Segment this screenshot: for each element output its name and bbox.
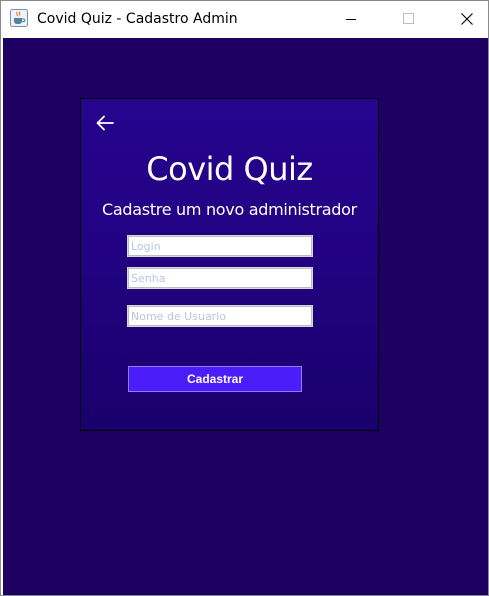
main-content: Covid Quiz Cadastre um novo administrado… bbox=[3, 38, 488, 595]
login-field[interactable] bbox=[127, 235, 313, 257]
window-title: Covid Quiz - Cadastro Admin bbox=[37, 11, 238, 27]
back-button[interactable] bbox=[94, 112, 116, 134]
username-field[interactable] bbox=[127, 305, 313, 327]
close-icon bbox=[461, 10, 473, 29]
java-cup-icon bbox=[10, 9, 28, 27]
arrow-left-icon bbox=[94, 115, 116, 138]
page-title: Covid Quiz bbox=[146, 150, 313, 188]
minimize-button[interactable] bbox=[328, 1, 374, 37]
close-button[interactable] bbox=[444, 1, 489, 37]
password-field[interactable] bbox=[127, 267, 313, 289]
maximize-icon bbox=[403, 10, 415, 29]
minimize-icon bbox=[345, 10, 357, 29]
register-button[interactable]: Cadastrar bbox=[128, 366, 302, 392]
page-subtitle: Cadastre um novo administrador bbox=[102, 200, 357, 219]
app-window: Covid Quiz - Cadastro Admin Covid Quiz C… bbox=[0, 0, 489, 596]
maximize-button[interactable] bbox=[386, 1, 432, 37]
title-bar[interactable]: Covid Quiz - Cadastro Admin bbox=[1, 1, 488, 37]
register-card: Covid Quiz Cadastre um novo administrado… bbox=[80, 98, 379, 431]
